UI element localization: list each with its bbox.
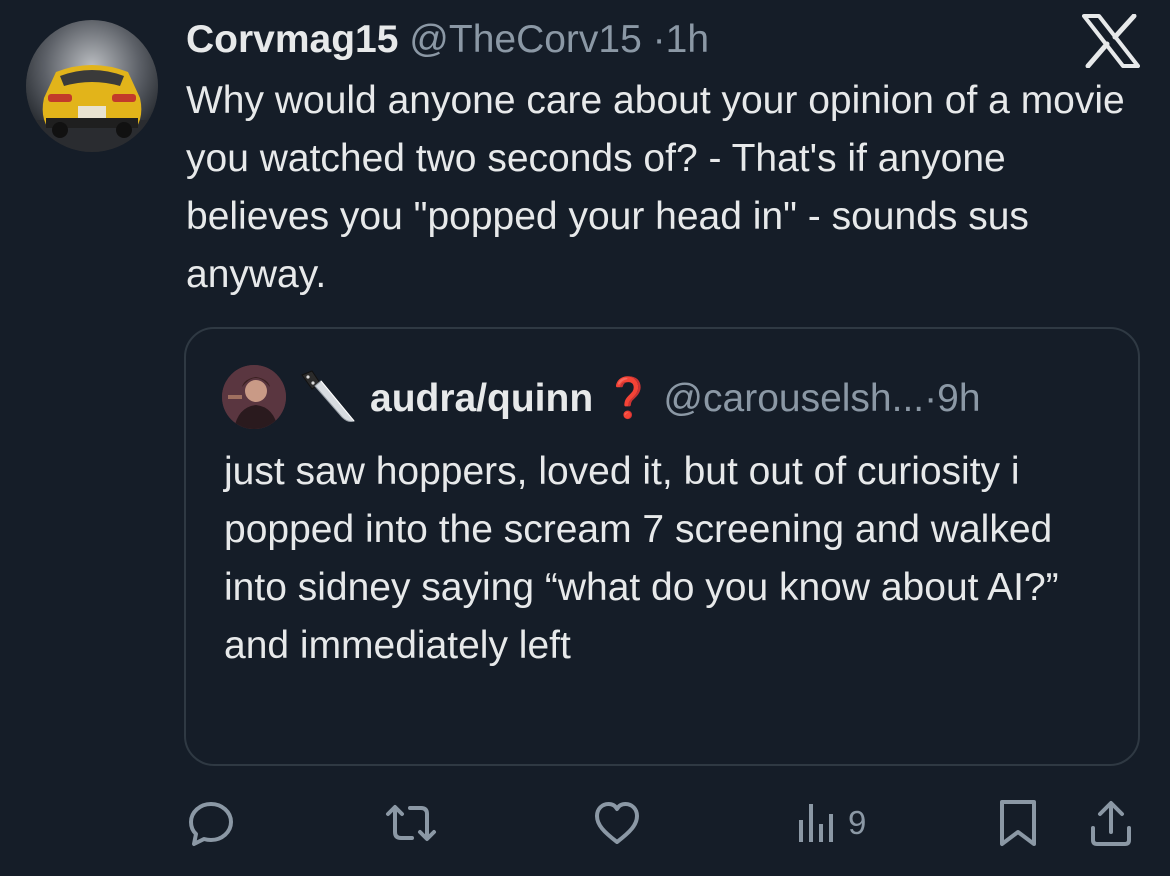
x-logo-icon: [1082, 14, 1140, 68]
tweet-time[interactable]: 1h: [666, 18, 709, 61]
action-bar: 9: [0, 790, 1170, 860]
reply-icon: [189, 802, 233, 846]
author-name[interactable]: Corvmag15: [186, 18, 398, 61]
retweet-icon: [386, 805, 436, 841]
quoted-avatar-photo: [222, 365, 286, 429]
bookmark-icon: [1000, 800, 1036, 846]
quoted-separator: ·: [924, 377, 938, 420]
views-button[interactable]: 9: [796, 790, 866, 856]
retweet-button[interactable]: [382, 790, 440, 856]
car-photo: [26, 20, 158, 152]
reply-button[interactable]: [186, 790, 236, 856]
views-count: 9: [848, 804, 867, 841]
quoted-text: just saw hoppers, loved it, but out of c…: [224, 450, 1059, 667]
quoted-author-avatar[interactable]: [222, 365, 286, 429]
tweet-text: Why would anyone care about your opinion…: [186, 79, 1125, 296]
question-mark-icon: ❓: [604, 377, 653, 420]
quoted-header: audra/quinn ❓ @carouselsh...·9h: [370, 373, 981, 425]
views-icon: [799, 804, 833, 842]
bookmark-button[interactable]: [996, 790, 1040, 856]
knife-icon: [301, 370, 355, 422]
quoted-tweet[interactable]: audra/quinn ❓ @carouselsh...·9h just saw…: [184, 327, 1140, 766]
quoted-time[interactable]: 9h: [937, 377, 980, 420]
author-handle[interactable]: @TheCorv15: [409, 18, 642, 61]
share-icon: [1091, 801, 1131, 846]
tweet-header: Corvmag15 @TheCorv15 ·1h: [186, 14, 709, 66]
quoted-author-handle[interactable]: @carouselsh...: [663, 377, 924, 420]
quoted-author-name[interactable]: audra/quinn: [370, 377, 593, 420]
heart-icon: [595, 802, 639, 844]
header-separator: ·: [652, 18, 666, 61]
share-button[interactable]: [1088, 790, 1134, 856]
author-avatar[interactable]: [26, 20, 158, 152]
like-button[interactable]: [592, 790, 642, 856]
